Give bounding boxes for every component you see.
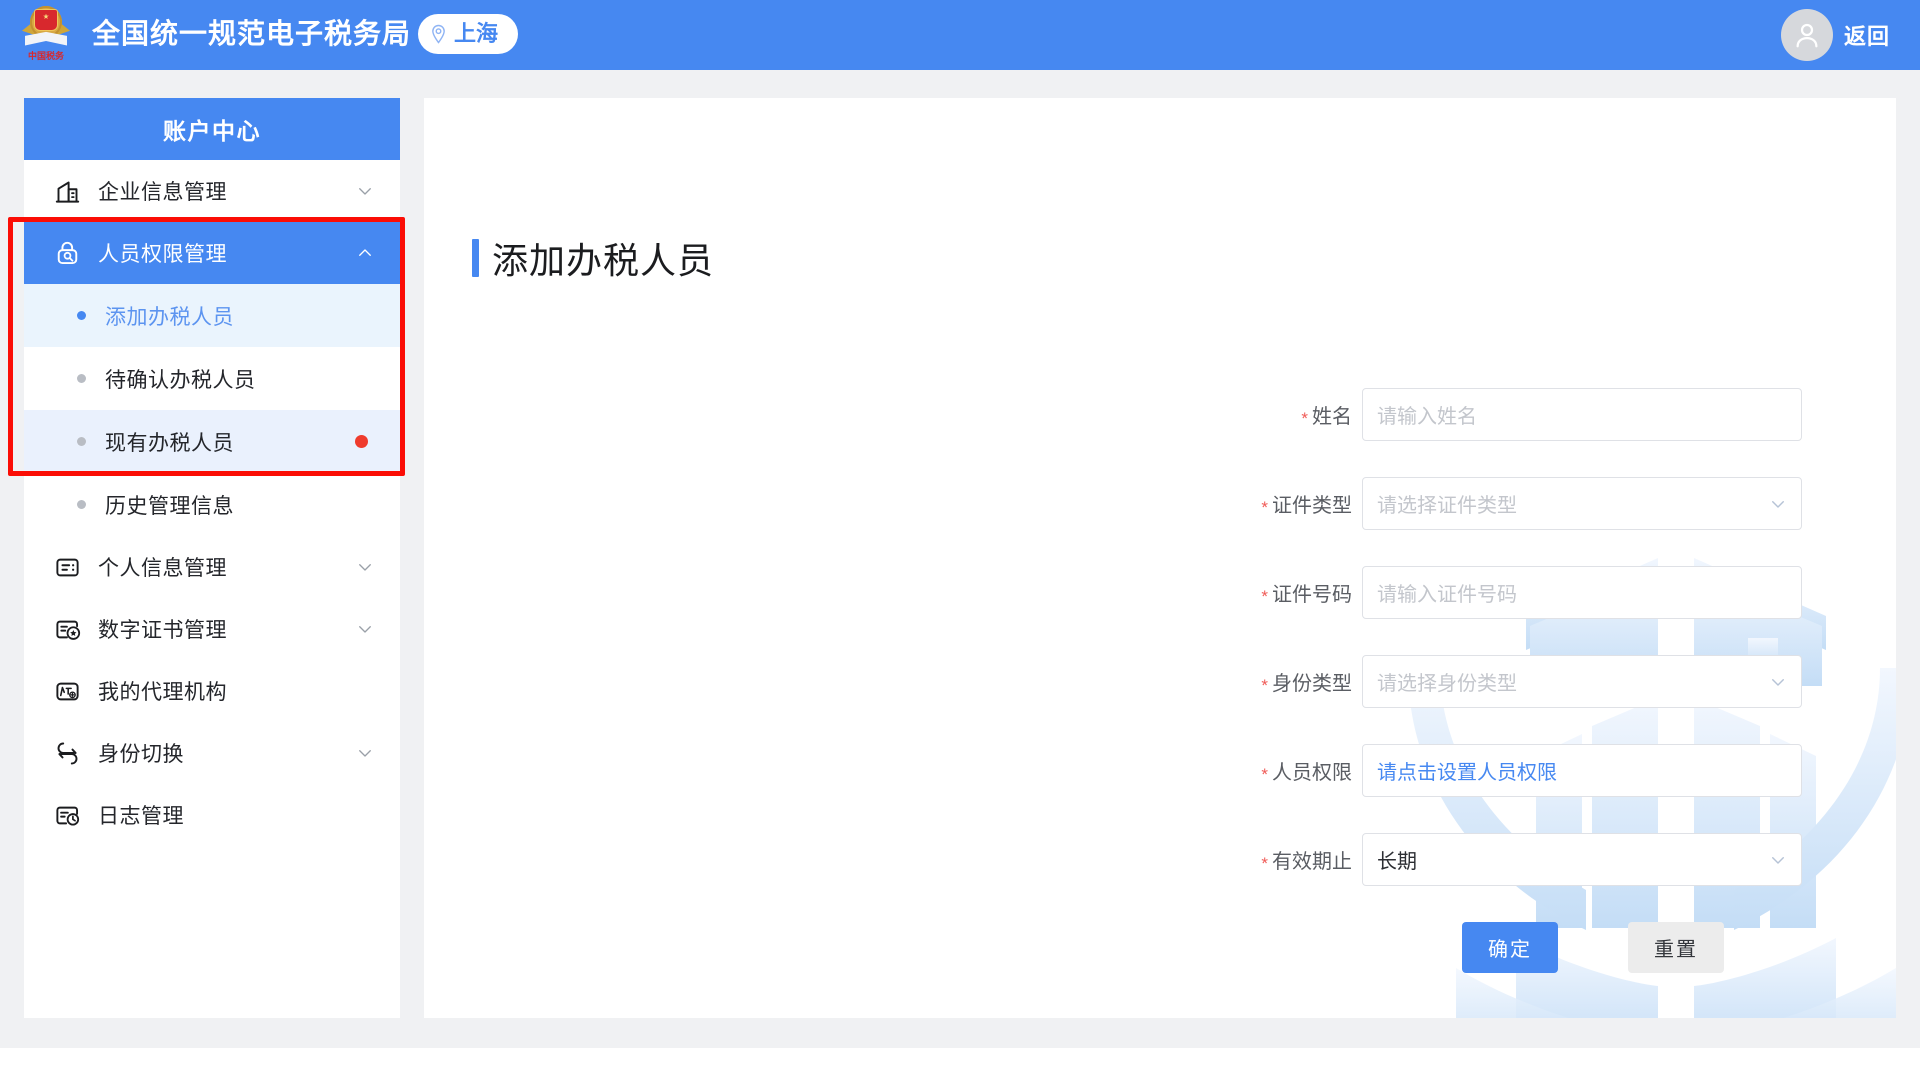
sidebar-item-label: 我的代理机构 [98, 681, 227, 704]
id-type-select[interactable]: 请选择证件类型 [1362, 477, 1802, 530]
form-row-permission: * 人员权限 请点击设置人员权限 [424, 744, 1896, 797]
sidebar-item-personal-info[interactable]: 个人信息管理 [24, 536, 400, 598]
sidebar-item-label: 企业信息管理 [98, 181, 227, 204]
user-glyph-icon [1796, 23, 1818, 48]
sidebar-subitem-label: 现有办税人员 [105, 431, 234, 455]
sidebar-item-label: 人员权限管理 [98, 243, 227, 266]
id-card-icon [52, 552, 82, 582]
back-button[interactable]: 返回 [1844, 19, 1890, 51]
bullet-icon [77, 500, 86, 509]
id-type-select-placeholder: 请选择证件类型 [1377, 495, 1517, 517]
required-asterisk-icon: * [1301, 409, 1308, 428]
sidebar-item-digital-certificate[interactable]: 数字证书管理 [24, 598, 400, 660]
required-asterisk-icon: * [1261, 854, 1268, 873]
location-name: 上海 [454, 21, 499, 46]
form-row-id-number: * 证件号码 请输入证件号码 [424, 566, 1896, 619]
sidebar-subitem-pending-tax-personnel[interactable]: 待确认办税人员 [24, 347, 400, 410]
sidebar-subitem-label: 历史管理信息 [105, 494, 234, 518]
chevron-down-icon [359, 188, 371, 195]
sidebar-item-log-management[interactable]: 日志管理 [24, 784, 400, 846]
national-emblem-icon [22, 5, 70, 50]
form-row-id-type: * 证件类型 请选择证件类型 [424, 477, 1896, 530]
field-label-name: * 姓名 [1301, 406, 1352, 428]
logo-caption: 中国税务 [27, 50, 64, 61]
name-input[interactable]: 请输入姓名 [1362, 388, 1802, 441]
header-right-group: 返回 [1780, 9, 1890, 61]
field-label-id-type: * 证件类型 [1261, 495, 1352, 517]
form-actions: 确定 重置 [1462, 922, 1896, 973]
log-clock-icon [52, 800, 82, 830]
reset-button[interactable]: 重置 [1628, 922, 1724, 973]
bullet-icon [77, 437, 86, 446]
sidebar-item-enterprise-info[interactable]: 企业信息管理 [24, 160, 400, 222]
chevron-down-icon [359, 626, 371, 633]
main-content-panel: 添加办税人员 * 姓名 请输入姓名 * 证件类型 请选择证件类型 * 证件号码 … [424, 98, 1896, 1018]
building-icon [52, 176, 82, 206]
map-pin-icon [432, 24, 445, 44]
sidebar-item-label: 身份切换 [98, 743, 184, 766]
notification-badge-icon [355, 435, 368, 448]
sidebar-item-label: 个人信息管理 [98, 557, 227, 580]
title-accent-bar [472, 239, 479, 277]
page-title: 添加办税人员 [472, 232, 714, 284]
app-root: 中国税务 全国统一规范电子税务局 上海 返回 账户中心 企业信息管理 人员权限管… [0, 0, 1920, 1090]
add-tax-personnel-form: * 姓名 请输入姓名 * 证件类型 请选择证件类型 * 证件号码 请输入证件号码… [424, 388, 1896, 973]
identity-type-select-placeholder: 请选择身份类型 [1377, 673, 1517, 695]
sidebar-item-label: 数字证书管理 [98, 619, 227, 642]
location-badge[interactable]: 上海 [418, 14, 519, 54]
sidebar: 账户中心 企业信息管理 人员权限管理 添加办税人员 待确认办税人员 现有办税人员… [24, 98, 400, 1018]
chevron-up-icon [359, 249, 371, 256]
sidebar-subitem-history-management[interactable]: 历史管理信息 [24, 473, 400, 536]
sidebar-item-identity-switch[interactable]: 身份切换 [24, 722, 400, 784]
app-header: 中国税务 全国统一规范电子税务局 上海 返回 [0, 0, 1920, 70]
sidebar-subitem-label: 添加办税人员 [105, 305, 234, 329]
sidebar-subitem-existing-tax-personnel[interactable]: 现有办税人员 [24, 410, 400, 473]
sidebar-item-label: 日志管理 [98, 805, 184, 828]
field-label-id-number: * 证件号码 [1261, 584, 1352, 606]
field-label-valid-until: * 有效期止 [1261, 851, 1352, 873]
valid-until-select[interactable]: 长期 [1362, 833, 1802, 886]
submit-button[interactable]: 确定 [1462, 922, 1558, 973]
required-asterisk-icon: * [1261, 587, 1268, 606]
sidebar-item-personnel-permission[interactable]: 人员权限管理 [24, 222, 400, 284]
bullet-icon [77, 374, 86, 383]
permission-setting-link[interactable]: 请点击设置人员权限 [1377, 756, 1557, 785]
page-title-text: 添加办税人员 [492, 240, 715, 281]
certificate-star-icon [52, 614, 82, 644]
chevron-down-icon [1772, 856, 1784, 864]
valid-until-value: 长期 [1377, 851, 1417, 873]
permission-setting-field[interactable]: 请点击设置人员权限 [1362, 744, 1802, 797]
agency-icon [52, 676, 82, 706]
sidebar-item-my-agency[interactable]: 我的代理机构 [24, 660, 400, 722]
chevron-down-icon [359, 564, 371, 571]
chevron-down-icon [1772, 678, 1784, 686]
chevron-down-icon [359, 750, 371, 757]
sidebar-subitem-label: 待确认办税人员 [105, 368, 256, 392]
required-asterisk-icon: * [1261, 498, 1268, 517]
sidebar-title: 账户中心 [24, 98, 400, 160]
footer-spacer [0, 1048, 1920, 1090]
sidebar-subitem-add-tax-personnel[interactable]: 添加办税人员 [24, 284, 400, 347]
field-label-permission: * 人员权限 [1261, 762, 1352, 784]
lock-person-icon [52, 238, 82, 268]
tax-bureau-logo: 中国税务 [16, 2, 76, 64]
site-title: 全国统一规范电子税务局 [92, 18, 412, 49]
required-asterisk-icon: * [1261, 765, 1268, 784]
chevron-down-icon [1772, 500, 1784, 508]
form-row-name: * 姓名 请输入姓名 [424, 388, 1896, 441]
switch-identity-icon [52, 738, 82, 768]
name-input-placeholder: 请输入姓名 [1377, 406, 1477, 428]
form-row-identity-type: * 身份类型 请选择身份类型 [424, 655, 1896, 708]
id-number-input-placeholder: 请输入证件号码 [1377, 584, 1517, 606]
required-asterisk-icon: * [1261, 676, 1268, 695]
id-number-input[interactable]: 请输入证件号码 [1362, 566, 1802, 619]
form-row-valid-until: * 有效期止 长期 [424, 833, 1896, 886]
field-label-identity-type: * 身份类型 [1261, 673, 1352, 695]
user-avatar-icon[interactable] [1780, 9, 1833, 61]
bullet-icon [77, 311, 86, 320]
identity-type-select[interactable]: 请选择身份类型 [1362, 655, 1802, 708]
